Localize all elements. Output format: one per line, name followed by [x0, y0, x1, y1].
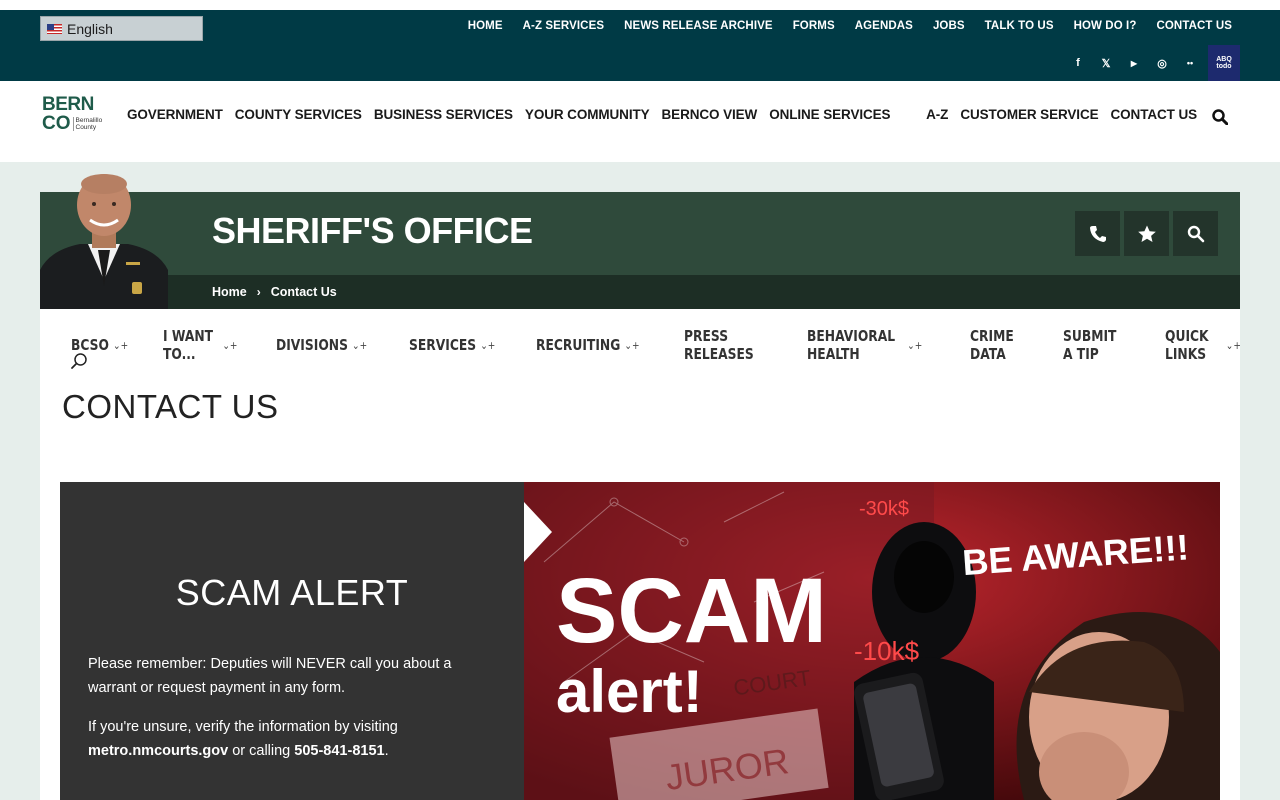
utility-bar: English HOME A-Z SERVICES NEWS RELEASE A… [0, 10, 1280, 81]
utility-links: HOME A-Z SERVICES NEWS RELEASE ARCHIVE F… [448, 20, 1232, 32]
chevron-plus-icon[interactable]: ⌄+ [1226, 339, 1241, 352]
page-section-title: SHERIFF'S OFFICE [212, 210, 533, 251]
utility-link-az-services[interactable]: A-Z SERVICES [523, 20, 605, 32]
subnav-label: DIVISIONS [275, 336, 348, 354]
main-nav-left: GOVERNMENT COUNTY SERVICES BUSINESS SERV… [127, 107, 902, 122]
utility-link-news-archive[interactable]: NEWS RELEASE ARCHIVE [624, 20, 773, 32]
subnav-label: SUBMIT A TIP [1063, 327, 1117, 363]
scam-alert-text: Please remember: Deputies will NEVER cal… [88, 656, 452, 696]
flickr-icon[interactable]: •• [1184, 58, 1196, 68]
logo-sub1: Bernalillo [75, 117, 103, 124]
search-icon[interactable] [1212, 109, 1228, 125]
language-select[interactable]: English [40, 16, 203, 41]
subnav-i-want-to[interactable]: I WANT TO... ⌄+ [163, 327, 237, 363]
nav-county-services[interactable]: COUNTY SERVICES [235, 107, 362, 122]
nav-business-services[interactable]: BUSINESS SERVICES [374, 107, 513, 122]
phone-button[interactable] [1075, 211, 1120, 256]
youtube-icon[interactable]: ▶ [1128, 59, 1140, 68]
subnav-label: I WANT TO... [162, 327, 213, 363]
nav-government[interactable]: GOVERNMENT [127, 107, 223, 122]
scam-big-word: SCAM [556, 560, 827, 662]
verify-end: . [384, 743, 389, 759]
money-loss-1: -30k$ [859, 498, 909, 520]
subnav-services[interactable]: SERVICES ⌄+ [409, 336, 495, 354]
subnav-label: RECRUITING [536, 336, 621, 354]
search-icon [1187, 225, 1204, 242]
subnav-press-releases[interactable]: PRESS RELEASES [684, 327, 767, 363]
alert-big-word: alert! [556, 658, 703, 725]
subnav-divisions[interactable]: DIVISIONS ⌄+ [276, 336, 367, 354]
chevron-plus-icon[interactable]: ⌄+ [113, 339, 128, 352]
x-twitter-icon[interactable]: 𝕏 [1100, 57, 1112, 70]
logo-text-line2: CO [42, 113, 71, 134]
utility-link-jobs[interactable]: JOBS [933, 20, 965, 32]
chevron-plus-icon[interactable]: ⌄+ [222, 339, 237, 352]
subnav-label: CRIME DATA [969, 327, 1014, 363]
subnav-crime-data[interactable]: CRIME DATA [970, 327, 1029, 363]
abq-todo-badge[interactable]: ABQ todo [1208, 45, 1240, 81]
utility-link-how-do-i[interactable]: HOW DO I? [1074, 20, 1137, 32]
top-spacer [0, 0, 1280, 10]
favorite-button[interactable] [1124, 211, 1169, 256]
chevron-plus-icon[interactable]: ⌄+ [624, 339, 639, 352]
breadcrumb-current: Contact Us [270, 285, 337, 299]
utility-link-agendas[interactable]: AGENDAS [855, 20, 913, 32]
us-flag-icon [47, 23, 62, 34]
nav-contact-us[interactable]: CONTACT US [1111, 107, 1198, 122]
subnav-label: BEHAVIORAL HEALTH [807, 327, 896, 363]
breadcrumb: Home › Contact Us [212, 285, 337, 299]
main-nav-right: A-Z CUSTOMER SERVICE CONTACT US [914, 107, 1197, 122]
utility-link-forms[interactable]: FORMS [793, 20, 835, 32]
utility-link-home[interactable]: HOME [468, 20, 503, 32]
star-icon [1137, 225, 1156, 242]
scam-alert-title: SCAM ALERT [175, 572, 409, 613]
bernco-logo[interactable]: BERN CO Bernalillo County [42, 95, 112, 135]
nav-customer-service[interactable]: CUSTOMER SERVICE [960, 107, 1098, 122]
chevron-plus-icon[interactable]: ⌄+ [352, 339, 367, 352]
money-loss-2: -10k$ [854, 636, 920, 666]
logo-text-line1: BERN [42, 94, 94, 115]
nav-online-services[interactable]: ONLINE SERVICES [769, 107, 890, 122]
logo-subtext: Bernalillo County [72, 117, 103, 131]
instagram-icon[interactable]: ◎ [1156, 57, 1168, 70]
nav-bernco-view[interactable]: BERNCO VIEW [662, 107, 758, 122]
courts-link[interactable]: metro.nmcourts.gov [88, 743, 228, 759]
subnav-submit-a-tip[interactable]: SUBMIT A TIP [1063, 327, 1129, 363]
chevron-right-icon: › [256, 285, 261, 299]
social-links: f 𝕏 ▶ ◎ •• ABQ todo [1056, 45, 1240, 81]
banner-search-button[interactable] [1173, 211, 1218, 256]
courts-phone: 505-841-8151 [294, 743, 385, 759]
breadcrumb-home[interactable]: Home [212, 285, 247, 299]
facebook-icon[interactable]: f [1072, 57, 1084, 69]
scam-alert-graphic: JUROR COURT -30k$ -10k$ SCAM alert! BE A… [524, 482, 1220, 800]
main-navigation: BERN CO Bernalillo County GOVERNMENT COUNT… [0, 81, 1280, 162]
subnav-label: QUICK LINKS [1165, 327, 1210, 363]
scam-alert-verify-text: If you're unsure, verify the information… [88, 715, 488, 763]
chevron-plus-icon[interactable]: ⌄+ [480, 339, 495, 352]
utility-link-talk-to-us[interactable]: TALK TO US [985, 20, 1054, 32]
verify-pre: If you're unsure, verify the information… [88, 719, 398, 735]
sheriff-portrait-image [40, 174, 168, 309]
phone-icon [1089, 225, 1106, 242]
subnav-label: PRESS RELEASES [684, 327, 754, 363]
verify-mid: or calling [228, 743, 295, 759]
language-label: English [67, 20, 113, 37]
subnav-quick-links[interactable]: QUICK LINKS ⌄+ [1165, 327, 1241, 363]
nav-a-z[interactable]: A-Z [926, 107, 948, 122]
subnav-recruiting[interactable]: RECRUITING ⌄+ [536, 336, 640, 354]
subnav-label: SERVICES [408, 336, 476, 354]
sheriff-subnav: BCSO ⌄+ I WANT TO... ⌄+ DIVISIONS ⌄+ SERVIC… [71, 327, 1280, 363]
page-title: CONTACT US [62, 388, 279, 425]
subnav-behavioral-health[interactable]: BEHAVIORAL HEALTH ⌄+ [807, 327, 922, 363]
chevron-plus-icon[interactable]: ⌄+ [907, 339, 922, 352]
scam-alert-image: JUROR COURT -30k$ -10k$ SCAM alert! BE A… [524, 482, 1220, 800]
logo-sub2: County [75, 124, 97, 131]
nav-your-community[interactable]: YOUR COMMUNITY [525, 107, 650, 122]
utility-link-contact-us[interactable]: CONTACT US [1156, 20, 1232, 32]
subnav-search-icon[interactable] [70, 352, 88, 370]
